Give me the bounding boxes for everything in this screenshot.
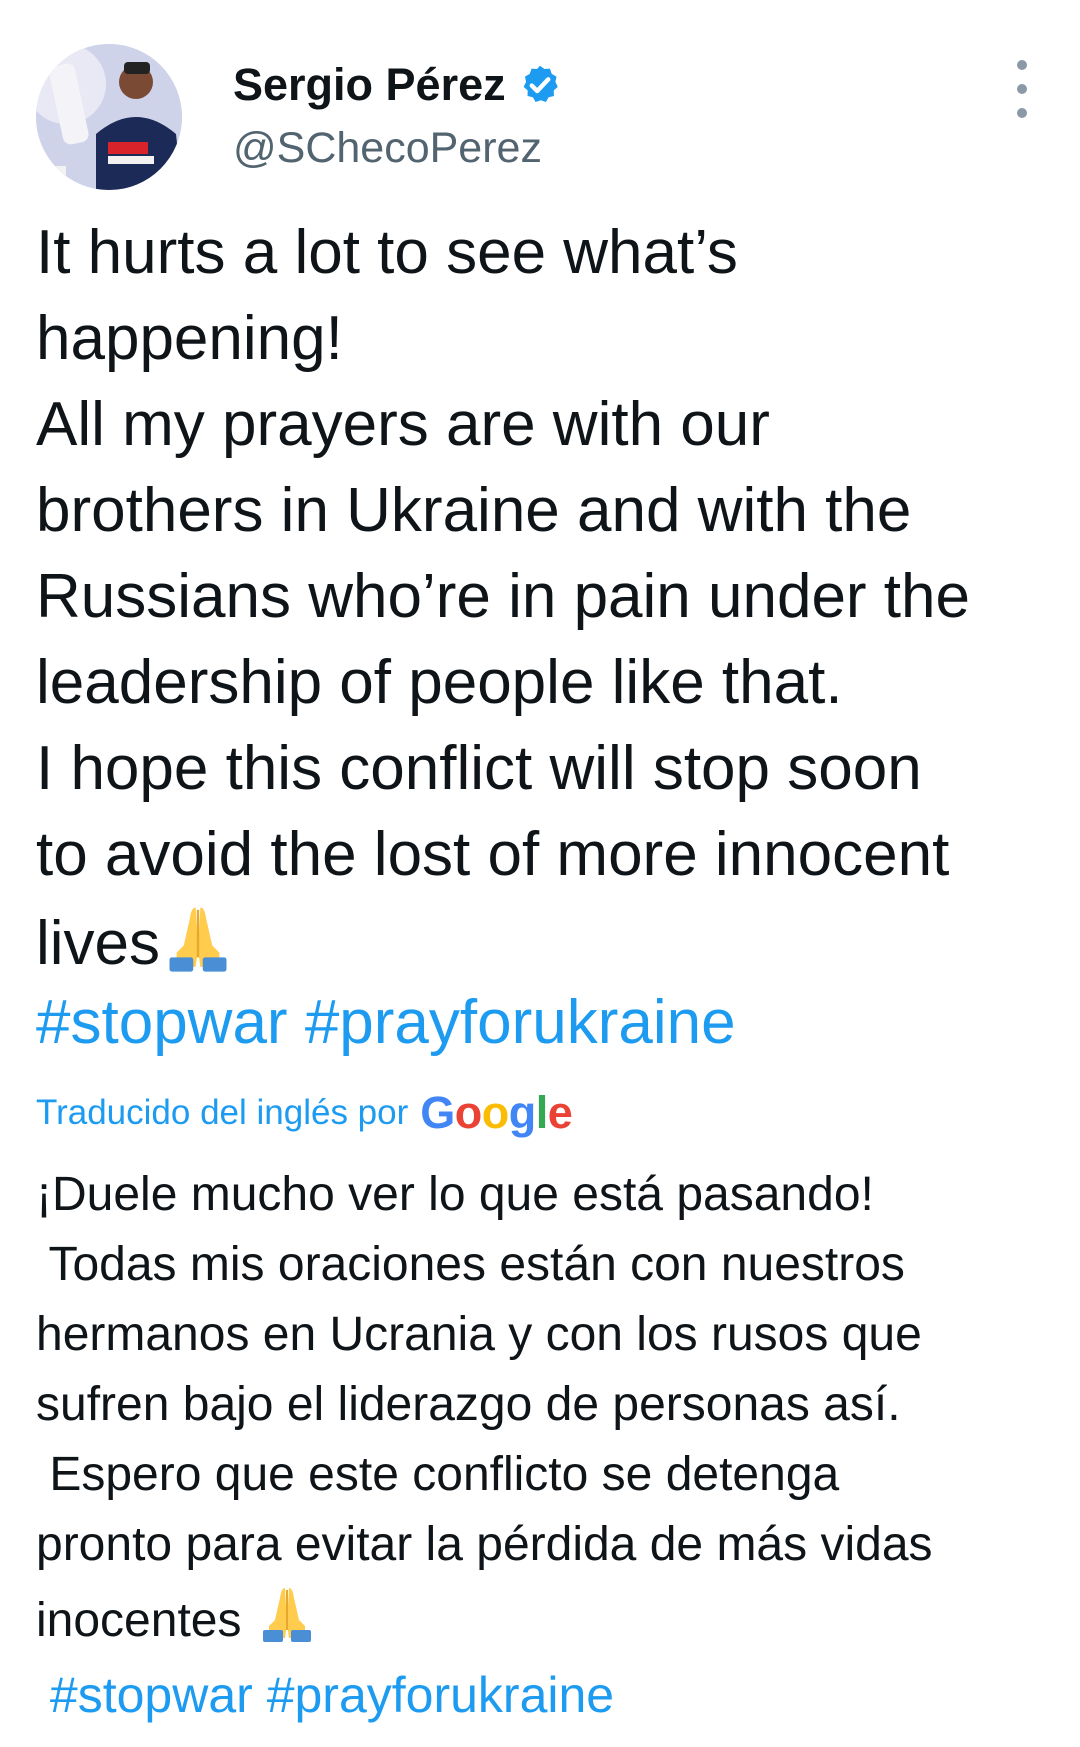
translation-attribution[interactable]: Traducido del inglés por Google: [36, 1087, 573, 1138]
translated-line-text: inocentes: [36, 1594, 255, 1647]
verified-badge-icon: [523, 65, 558, 103]
tweet-text-original: It hurts a lot to see what’s happening! …: [36, 210, 1046, 987]
hashtags-translated: #stopwar #prayforukraine: [36, 1660, 614, 1730]
tweet-line-text: lives: [36, 909, 161, 978]
tweet-line: It hurts a lot to see what’s: [36, 218, 738, 287]
translated-line: sufren bajo el liderazgo de personas así…: [36, 1378, 901, 1431]
tweet-line: leadership of people like that.: [36, 648, 843, 717]
translated-line: ¡Duele mucho ver lo que está pasando!: [36, 1168, 874, 1221]
tweet-line: to avoid the lost of more innocent: [36, 820, 950, 889]
more-vertical-icon: [1017, 60, 1027, 70]
folded-hands-emoji-icon: [262, 1588, 311, 1642]
avatar-image: [36, 44, 182, 190]
hashtag-link[interactable]: #prayforukraine: [267, 1667, 614, 1723]
avatar[interactable]: [36, 44, 182, 190]
tweet-line-last: lives: [36, 898, 1046, 987]
tweet-line: brothers in Ukraine and with the: [36, 476, 912, 545]
hashtags-original: #stopwar #prayforukraine: [36, 980, 736, 1066]
hashtag-link[interactable]: #stopwar: [36, 1667, 253, 1723]
name-row: Sergio Pérez: [233, 52, 562, 118]
more-vertical-icon-dot: [1017, 108, 1027, 118]
tweet-text-translated: ¡Duele mucho ver lo que está pasando! To…: [36, 1160, 1056, 1656]
translated-label: Traducido del inglés por: [36, 1093, 409, 1132]
translated-line: Todas mis oraciones están con nuestros: [36, 1238, 905, 1291]
translated-line: pronto para evitar la pérdida de más vid…: [36, 1518, 933, 1571]
translated-line-last: inocentes: [36, 1580, 1056, 1656]
tweet-line: I hope this conflict will stop soon: [36, 734, 922, 803]
user-handle[interactable]: @SChecoPerez: [233, 124, 542, 173]
google-logo: Google: [420, 1087, 573, 1138]
display-name[interactable]: Sergio Pérez: [233, 59, 506, 111]
translated-line: hermanos en Ucrania y con los rusos que: [36, 1308, 922, 1361]
hashtag-link[interactable]: #prayforukraine: [305, 988, 736, 1057]
more-vertical-icon-dot: [1017, 84, 1027, 94]
tweet-line: All my prayers are with our: [36, 390, 770, 459]
tweet-header: Sergio Pérez @SChecoPerez: [36, 44, 1044, 194]
more-options-button[interactable]: [1004, 56, 1040, 122]
translated-line: Espero que este conflicto se detenga: [36, 1448, 840, 1501]
tweet-line: Russians who’re in pain under the: [36, 562, 970, 631]
hashtag-link[interactable]: #stopwar: [36, 988, 288, 1057]
folded-hands-emoji-icon: [169, 907, 227, 972]
tweet-line: happening!: [36, 304, 343, 373]
